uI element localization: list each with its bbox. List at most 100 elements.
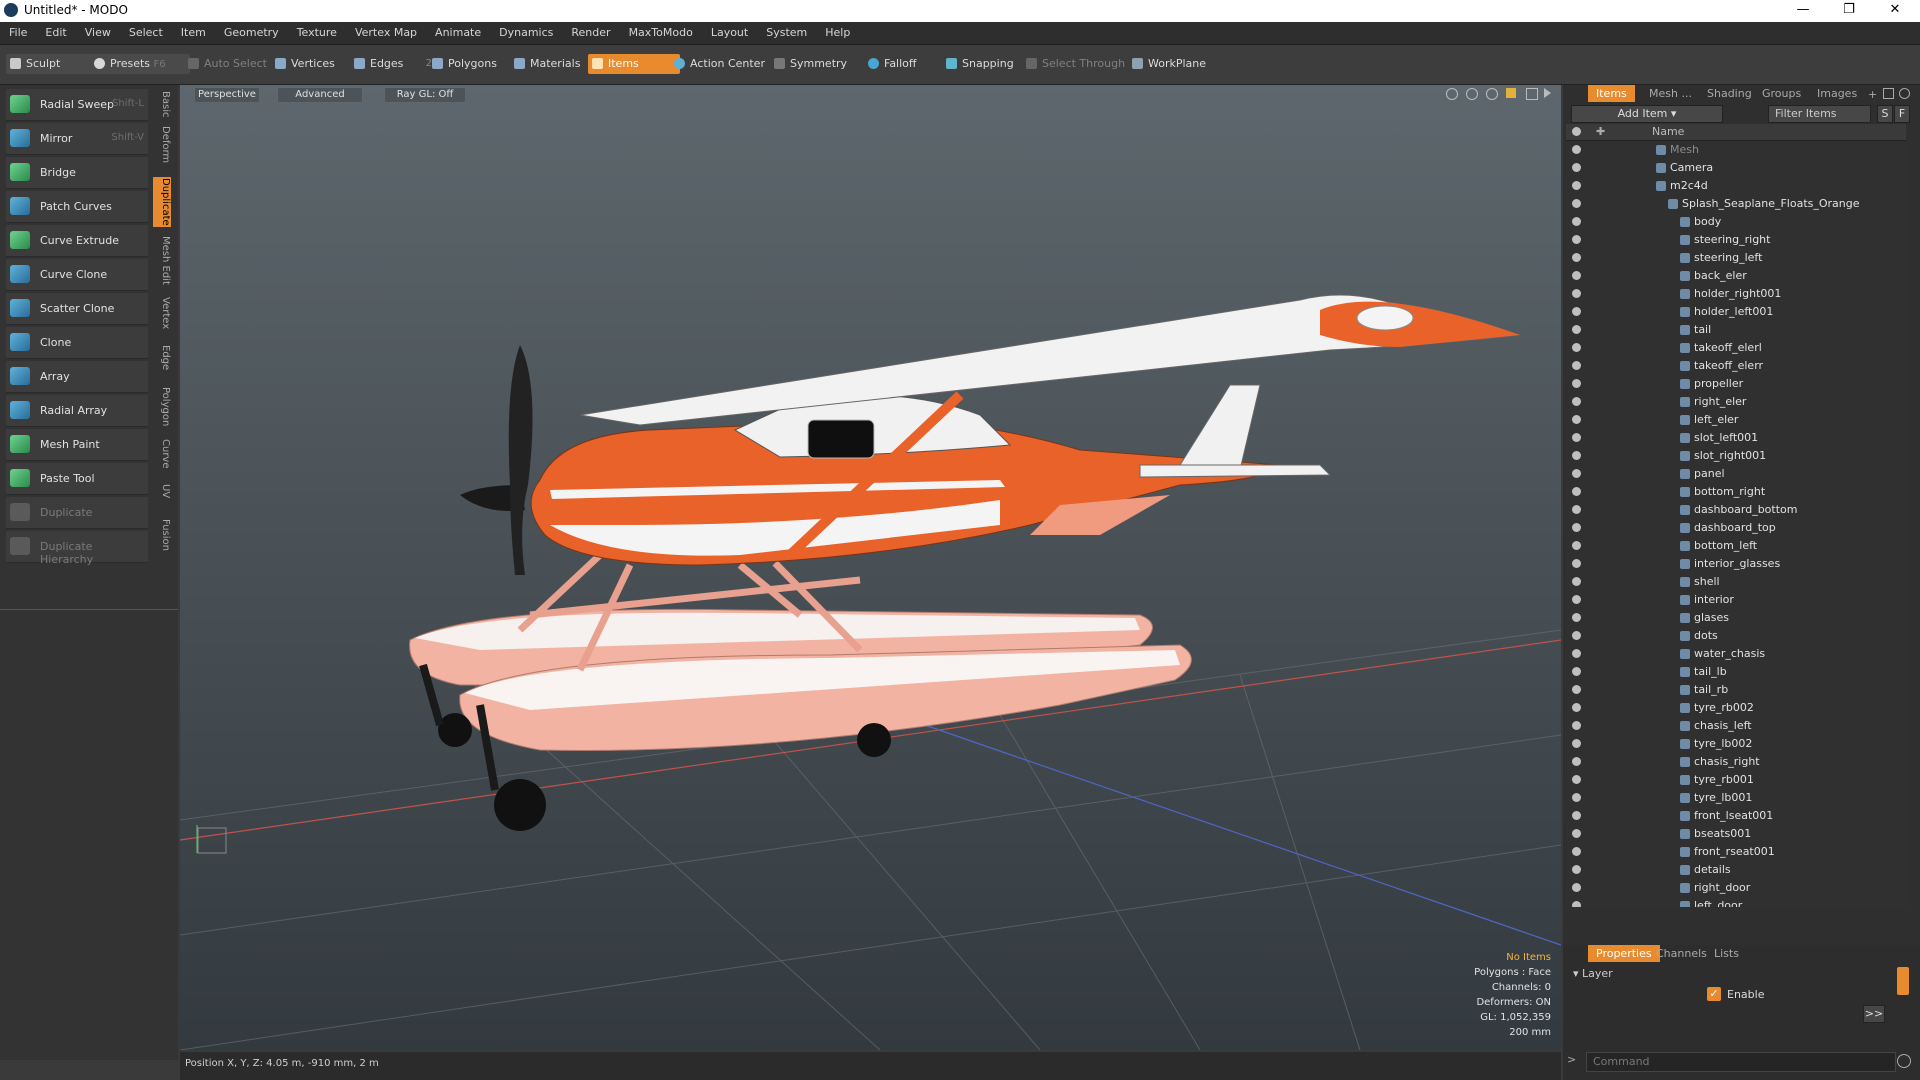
tool-duplicate[interactable]: Duplicate — [6, 497, 148, 529]
visibility-eye-icon[interactable] — [1572, 163, 1581, 172]
item-row[interactable]: chasis_left — [1566, 717, 1906, 735]
visibility-eye-icon[interactable] — [1572, 325, 1581, 334]
item-row[interactable]: m2c4d — [1566, 177, 1906, 195]
visibility-eye-icon[interactable] — [1572, 703, 1581, 712]
command-input[interactable]: Command — [1586, 1052, 1896, 1072]
item-row[interactable]: panel — [1566, 465, 1906, 483]
tool-mesh-paint[interactable]: Mesh Paint — [6, 429, 148, 461]
visibility-eye-icon[interactable] — [1572, 181, 1581, 190]
filter-items-input[interactable]: Filter Items — [1768, 105, 1871, 123]
item-row[interactable]: front_lseat001 — [1566, 807, 1906, 825]
visibility-eye-icon[interactable] — [1572, 397, 1581, 406]
menu-edit[interactable]: Edit — [36, 22, 75, 44]
visibility-eye-icon[interactable] — [1572, 253, 1581, 262]
visibility-eye-icon[interactable] — [1572, 811, 1581, 820]
tab-vertex[interactable]: Vertex — [153, 295, 171, 331]
item-row[interactable]: glases — [1566, 609, 1906, 627]
item-row[interactable]: dots — [1566, 627, 1906, 645]
item-row[interactable]: shell — [1566, 573, 1906, 591]
menu-help[interactable]: Help — [816, 22, 859, 44]
menu-geometry[interactable]: Geometry — [215, 22, 288, 44]
item-row[interactable]: tyre_lb002 — [1566, 735, 1906, 753]
visibility-eye-icon[interactable] — [1572, 829, 1581, 838]
presets-button[interactable]: Presets F6 — [90, 54, 190, 74]
visibility-eye-icon[interactable] — [1572, 469, 1581, 478]
items-button[interactable]: Items — [588, 54, 680, 74]
visibility-eye-icon[interactable] — [1572, 217, 1581, 226]
item-row[interactable]: Camera — [1566, 159, 1906, 177]
visibility-eye-icon[interactable] — [1572, 793, 1581, 802]
visibility-eye-icon[interactable] — [1572, 541, 1581, 550]
item-row[interactable]: details — [1566, 861, 1906, 879]
tab-curve[interactable]: Curve — [153, 437, 171, 471]
item-row[interactable]: tyre_rb002 — [1566, 699, 1906, 717]
tab-basic[interactable]: Basic — [153, 87, 171, 121]
tool-bridge[interactable]: Bridge — [6, 157, 148, 189]
visibility-eye-icon[interactable] — [1572, 847, 1581, 856]
item-row[interactable]: Mesh — [1566, 141, 1906, 159]
visibility-eye-icon[interactable] — [1572, 775, 1581, 784]
visibility-eye-icon[interactable] — [1572, 361, 1581, 370]
item-row[interactable]: body — [1566, 213, 1906, 231]
visibility-eye-icon[interactable] — [1572, 739, 1581, 748]
visibility-eye-icon[interactable] — [1572, 343, 1581, 352]
item-row[interactable]: right_door — [1566, 879, 1906, 897]
item-row[interactable]: tyre_rb001 — [1566, 771, 1906, 789]
visibility-eye-icon[interactable] — [1572, 523, 1581, 532]
item-row[interactable]: right_eler — [1566, 393, 1906, 411]
tab-uv[interactable]: UV — [153, 481, 171, 501]
tab-deform[interactable]: Deform — [153, 125, 171, 165]
menu-texture[interactable]: Texture — [288, 22, 346, 44]
visibility-eye-icon[interactable] — [1572, 199, 1581, 208]
item-row[interactable]: propeller — [1566, 375, 1906, 393]
tool-curve-extrude[interactable]: Curve Extrude — [6, 225, 148, 257]
visibility-eye-icon[interactable] — [1572, 145, 1581, 154]
tool-mirror[interactable]: Mirror Shift-V — [6, 123, 148, 155]
item-row[interactable]: steering_right — [1566, 231, 1906, 249]
menu-render[interactable]: Render — [562, 22, 619, 44]
vertices-button[interactable]: Vertices1 — [271, 54, 359, 74]
visibility-eye-icon[interactable] — [1572, 595, 1581, 604]
menu-maxtomodo[interactable]: MaxToModo — [620, 22, 702, 44]
item-row[interactable]: tyre_lb001 — [1566, 789, 1906, 807]
visibility-eye-icon[interactable] — [1572, 631, 1581, 640]
item-list[interactable]: Mesh Camera m2c4d Splash_Seaplane_Floats_Or… — [1566, 141, 1906, 907]
visibility-eye-icon[interactable] — [1572, 613, 1581, 622]
tab-images[interactable]: Images — [1809, 85, 1865, 102]
tool-curve-clone[interactable]: Curve Clone — [6, 259, 148, 291]
minimize-button[interactable]: — — [1780, 0, 1826, 22]
visibility-eye-icon[interactable] — [1572, 865, 1581, 874]
menu-file[interactable]: File — [0, 22, 36, 44]
visibility-eye-icon[interactable] — [1572, 235, 1581, 244]
item-row[interactable]: front_rseat001 — [1566, 843, 1906, 861]
menu-item[interactable]: Item — [172, 22, 215, 44]
item-row[interactable]: bottom_left — [1566, 537, 1906, 555]
visibility-eye-icon[interactable] — [1572, 307, 1581, 316]
tool-scatter-clone[interactable]: Scatter Clone — [6, 293, 148, 325]
visibility-eye-icon[interactable] — [1572, 685, 1581, 694]
item-row[interactable]: interior — [1566, 591, 1906, 609]
visibility-eye-icon[interactable] — [1572, 487, 1581, 496]
visibility-eye-icon[interactable] — [1572, 379, 1581, 388]
falloff-button[interactable]: Falloff — [864, 54, 942, 74]
tab-mesh-edit[interactable]: Mesh Edit — [153, 235, 171, 285]
item-row[interactable]: bottom_right — [1566, 483, 1906, 501]
tab-mesh[interactable]: Mesh ... — [1641, 85, 1700, 102]
tool-radial-array[interactable]: Radial Array — [6, 395, 148, 427]
visibility-eye-icon[interactable] — [1572, 289, 1581, 298]
menu-vertex-map[interactable]: Vertex Map — [346, 22, 426, 44]
menu-select[interactable]: Select — [120, 22, 172, 44]
expand-panel-icon[interactable] — [1883, 88, 1894, 99]
visibility-eye-icon[interactable] — [1572, 433, 1581, 442]
tab-duplicate[interactable]: Duplicate — [153, 177, 171, 227]
item-row[interactable]: water_chasis — [1566, 645, 1906, 663]
item-row[interactable]: back_eler — [1566, 267, 1906, 285]
item-row[interactable]: holder_right001 — [1566, 285, 1906, 303]
item-row[interactable]: Splash_Seaplane_Floats_Orange — [1566, 195, 1906, 213]
action-center-button[interactable]: Action Center — [670, 54, 782, 74]
tool-array[interactable]: Array — [6, 361, 148, 393]
visibility-eye-icon[interactable] — [1572, 451, 1581, 460]
expand-properties-button[interactable]: >> — [1863, 1005, 1885, 1023]
visibility-eye-icon[interactable] — [1572, 883, 1581, 892]
tool-radial-sweep[interactable]: Radial Sweep Shift-L — [6, 89, 148, 121]
